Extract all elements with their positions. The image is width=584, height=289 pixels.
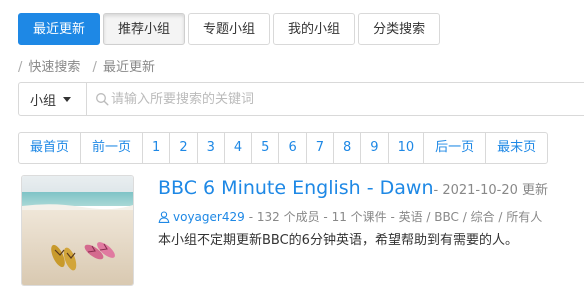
group-tabs: 最近更新 推荐小组 专题小组 我的小组 分类搜索: [18, 13, 443, 45]
search-icon: [96, 93, 109, 106]
search-bar: 小组: [18, 82, 584, 116]
group-thumbnail[interactable]: [21, 175, 134, 286]
page-6[interactable]: 6: [279, 133, 307, 163]
search-input[interactable]: [109, 84, 584, 114]
pagination: 最首页 前一页 1 2 3 4 5 6 7 8 9 10 后一页 最末页: [18, 132, 549, 164]
page-last[interactable]: 最末页: [486, 133, 547, 163]
tab-my-groups[interactable]: 我的小组: [273, 13, 356, 45]
beach-sandals-image: [22, 176, 133, 285]
caret-down-icon: [63, 96, 72, 102]
page-prev[interactable]: 前一页: [81, 133, 144, 163]
breadcrumb-recent-updates: 最近更新: [102, 60, 155, 75]
page-10[interactable]: 10: [389, 133, 425, 163]
page-9[interactable]: 9: [361, 133, 389, 163]
search-scope-select[interactable]: 小组: [19, 83, 87, 115]
page-5[interactable]: 5: [252, 133, 280, 163]
page-3[interactable]: 3: [198, 133, 225, 163]
tab-topic-groups[interactable]: 专题小组: [188, 13, 271, 45]
group-description: 本小组不定期更新BBC的6分钟英语，希望帮助到有需要的人。: [158, 233, 518, 248]
page-7[interactable]: 7: [307, 133, 334, 163]
tab-category-search[interactable]: 分类搜索: [358, 13, 441, 45]
breadcrumb-quick-search[interactable]: 快速搜索: [28, 60, 80, 75]
breadcrumb: / 快速搜索 / 最近更新: [18, 56, 163, 75]
tab-recommended-groups[interactable]: 推荐小组: [103, 13, 186, 45]
search-scope-label: 小组: [30, 93, 57, 109]
group-title-link[interactable]: BBC 6 Minute English - Dawn: [158, 177, 434, 199]
page-next[interactable]: 后一页: [424, 133, 487, 163]
user-icon: [158, 210, 170, 223]
group-owner-link[interactable]: voyager429: [173, 210, 245, 224]
page-1[interactable]: 1: [143, 133, 171, 163]
group-meta: voyager429 - 132 个成员 - 11 个课件 - 英语 / BBC…: [158, 208, 542, 225]
group-meta-text: - 132 个成员 - 11 个课件 - 英语 / BBC / 综合 / 所有人: [248, 210, 543, 224]
group-title-line: BBC 6 Minute English - Dawn- 2021-10-20 …: [158, 177, 548, 199]
group-updated-date: - 2021-10-20 更新: [433, 183, 549, 198]
page-4[interactable]: 4: [225, 133, 253, 163]
search-input-wrapper: [87, 83, 584, 115]
page-8[interactable]: 8: [334, 133, 362, 163]
tab-recent-updates[interactable]: 最近更新: [18, 13, 101, 45]
breadcrumb-separator: /: [92, 60, 97, 75]
breadcrumb-separator: /: [18, 60, 23, 75]
page-first[interactable]: 最首页: [19, 133, 82, 163]
page-2[interactable]: 2: [170, 133, 198, 163]
